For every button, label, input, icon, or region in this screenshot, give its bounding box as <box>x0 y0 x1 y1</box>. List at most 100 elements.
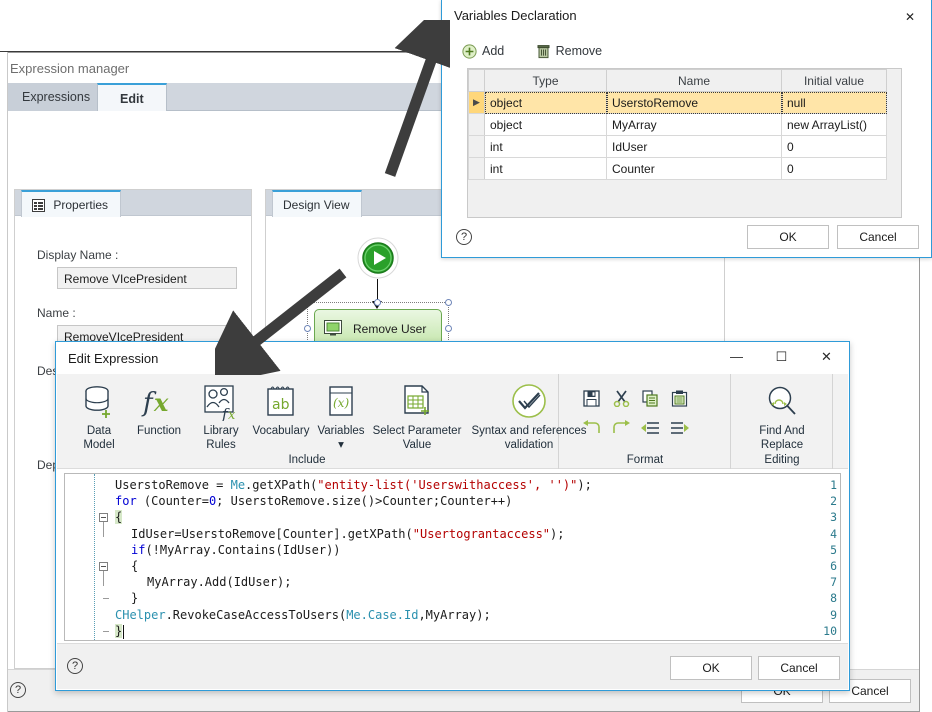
cell-name[interactable]: Counter <box>606 157 782 180</box>
tab-design-view[interactable]: Design View <box>272 190 363 217</box>
code-line[interactable]: IdUser=UserstoRemove[Counter].getXPath("… <box>131 527 565 541</box>
ribbon-item-select-parameter-value[interactable]: Select Parameter Value <box>367 380 467 452</box>
undo-icon[interactable] <box>579 416 603 440</box>
editor-gutter <box>65 474 95 640</box>
indent-icon[interactable] <box>667 416 691 440</box>
variables-dialog-cancel-button[interactable]: Cancel <box>837 225 919 249</box>
select-parameter-value-icon <box>367 380 467 424</box>
column-header-type[interactable]: Type <box>484 69 607 92</box>
column-header-name[interactable]: Name <box>606 69 782 92</box>
close-icon[interactable]: ✕ <box>895 4 925 30</box>
cell-name[interactable]: UserstoRemove <box>606 91 782 114</box>
ribbon-item-variables-label: Variables <box>317 425 365 437</box>
variables-table-container[interactable]: Type Name Initial value ▶ object Usersto… <box>467 68 902 218</box>
edit-expression-footer: ? OK Cancel <box>57 643 848 689</box>
fold-guide-line <box>103 522 104 537</box>
code-line[interactable]: { <box>131 559 138 573</box>
resize-handle-n[interactable] <box>374 299 381 306</box>
workflow-start-node[interactable] <box>357 237 399 279</box>
ribbon-item-function-label: Function <box>136 425 182 437</box>
fold-toggle-icon[interactable] <box>99 513 108 523</box>
row-marker <box>468 157 485 180</box>
edit-expression-ok-button[interactable]: OK <box>670 656 752 680</box>
table-row[interactable]: int IdUser 0 <box>468 135 887 158</box>
ribbon-item-syntax-validation-line2: validation <box>504 439 554 451</box>
code-line[interactable]: { <box>115 510 123 525</box>
edit-expression-cancel-button[interactable]: Cancel <box>758 656 840 680</box>
cell-name[interactable]: MyArray <box>606 113 782 136</box>
ribbon-item-library-rules-line1: Library <box>203 425 239 437</box>
ribbon-item-variables[interactable]: (x) Variables ▾ <box>313 380 369 452</box>
ribbon-item-data-model[interactable]: Data Model <box>73 380 125 452</box>
resize-handle-w[interactable] <box>304 325 311 332</box>
remove-variable-button[interactable]: Remove <box>536 44 602 62</box>
tab-expressions[interactable]: Expressions <box>0 83 113 111</box>
tab-properties[interactable]: Properties <box>21 190 122 217</box>
line-number: 2 <box>830 494 837 509</box>
paste-icon[interactable] <box>667 386 691 410</box>
line-number: 5 <box>830 542 837 557</box>
row-marker: ▶ <box>468 91 485 114</box>
ribbon-group-include: Data Model f x Function f x Library Rule… <box>57 374 587 469</box>
variables-dialog-toolbar: Add Remove <box>462 44 630 66</box>
variables-dialog-ok-button[interactable]: OK <box>747 225 829 249</box>
table-row[interactable]: object MyArray new ArrayList() <box>468 113 887 136</box>
close-icon[interactable]: ✕ <box>804 342 849 372</box>
text-caret <box>123 624 124 639</box>
edit-expression-title: Edit Expression <box>68 351 159 366</box>
line-number: 9 <box>830 607 837 622</box>
column-header-initial-value[interactable]: Initial value <box>781 69 887 92</box>
maximize-icon[interactable]: ☐ <box>759 342 804 372</box>
tab-edit-label: Edit <box>120 92 144 106</box>
table-row[interactable]: ▶ object UserstoRemove null <box>468 91 887 114</box>
code-line[interactable]: } <box>131 591 138 605</box>
edit-expression-titlebar: Edit Expression — ☐ ✕ <box>56 342 849 374</box>
ribbon-item-find-and-replace[interactable]: Find And Replace <box>739 380 825 452</box>
save-icon[interactable] <box>579 386 603 410</box>
resize-handle-e[interactable] <box>445 325 452 332</box>
resize-handle-ne[interactable] <box>445 299 452 306</box>
display-name-field[interactable]: Remove VIcePresident <box>57 267 237 289</box>
cell-initial-value[interactable]: 0 <box>781 135 887 158</box>
outdent-icon[interactable] <box>638 416 662 440</box>
code-line[interactable]: CHelper.RevokeCaseAccessToUsers(Me.Case.… <box>115 608 491 622</box>
line-number: 1 <box>830 478 837 492</box>
code-line[interactable]: UserstoRemove = Me.getXPath("entity-list… <box>115 478 592 492</box>
table-row[interactable]: int Counter 0 <box>468 157 887 180</box>
cut-icon[interactable] <box>609 386 633 410</box>
help-icon[interactable]: ? <box>67 658 83 674</box>
cell-initial-value[interactable]: null <box>781 91 887 114</box>
cell-type[interactable]: object <box>484 91 607 114</box>
resize-handle-nw[interactable] <box>304 299 311 306</box>
variables-table-body: ▶ object UserstoRemove null object MyArr… <box>468 91 887 180</box>
editor-fold-column <box>96 474 112 640</box>
ribbon-item-library-rules[interactable]: f x Library Rules <box>193 380 249 452</box>
ribbon-item-find-and-replace-line1: Find And <box>759 425 805 437</box>
ribbon-item-function[interactable]: f x Function <box>129 380 189 438</box>
add-variable-button[interactable]: Add <box>462 44 504 62</box>
cell-initial-value[interactable]: new ArrayList() <box>781 113 887 136</box>
cell-type[interactable]: int <box>484 135 607 158</box>
help-icon[interactable]: ? <box>10 682 26 698</box>
minimize-icon[interactable]: — <box>714 342 759 372</box>
fold-toggle-icon[interactable] <box>99 562 108 571</box>
code-line[interactable]: } <box>115 623 123 638</box>
code-line[interactable]: if(!MyArray.Contains(IdUser)) <box>131 543 341 557</box>
code-line[interactable]: MyArray.Add(IdUser); <box>147 575 292 589</box>
expression-code-editor[interactable]: 1 UserstoRemove = Me.getXPath("entity-lis… <box>64 473 841 641</box>
cell-type[interactable]: int <box>484 157 607 180</box>
ribbon-group-include-label: Include <box>288 454 326 466</box>
help-icon[interactable]: ? <box>456 229 472 245</box>
line-number: 3 <box>830 510 837 525</box>
code-line[interactable]: for (Counter=0; UserstoRemove.size()>Cou… <box>115 494 512 508</box>
tab-edit[interactable]: Edit <box>97 83 167 112</box>
ribbon-item-vocabulary[interactable]: ab Vocabulary <box>250 380 312 438</box>
cell-initial-value[interactable]: 0 <box>781 157 887 180</box>
cell-name[interactable]: IdUser <box>606 135 782 158</box>
svg-text:x: x <box>228 408 236 421</box>
redo-icon[interactable] <box>609 416 633 440</box>
current-line-highlight <box>113 622 840 640</box>
chevron-down-icon[interactable]: ▾ <box>338 439 344 451</box>
copy-icon[interactable] <box>638 386 662 410</box>
cell-type[interactable]: object <box>484 113 607 136</box>
